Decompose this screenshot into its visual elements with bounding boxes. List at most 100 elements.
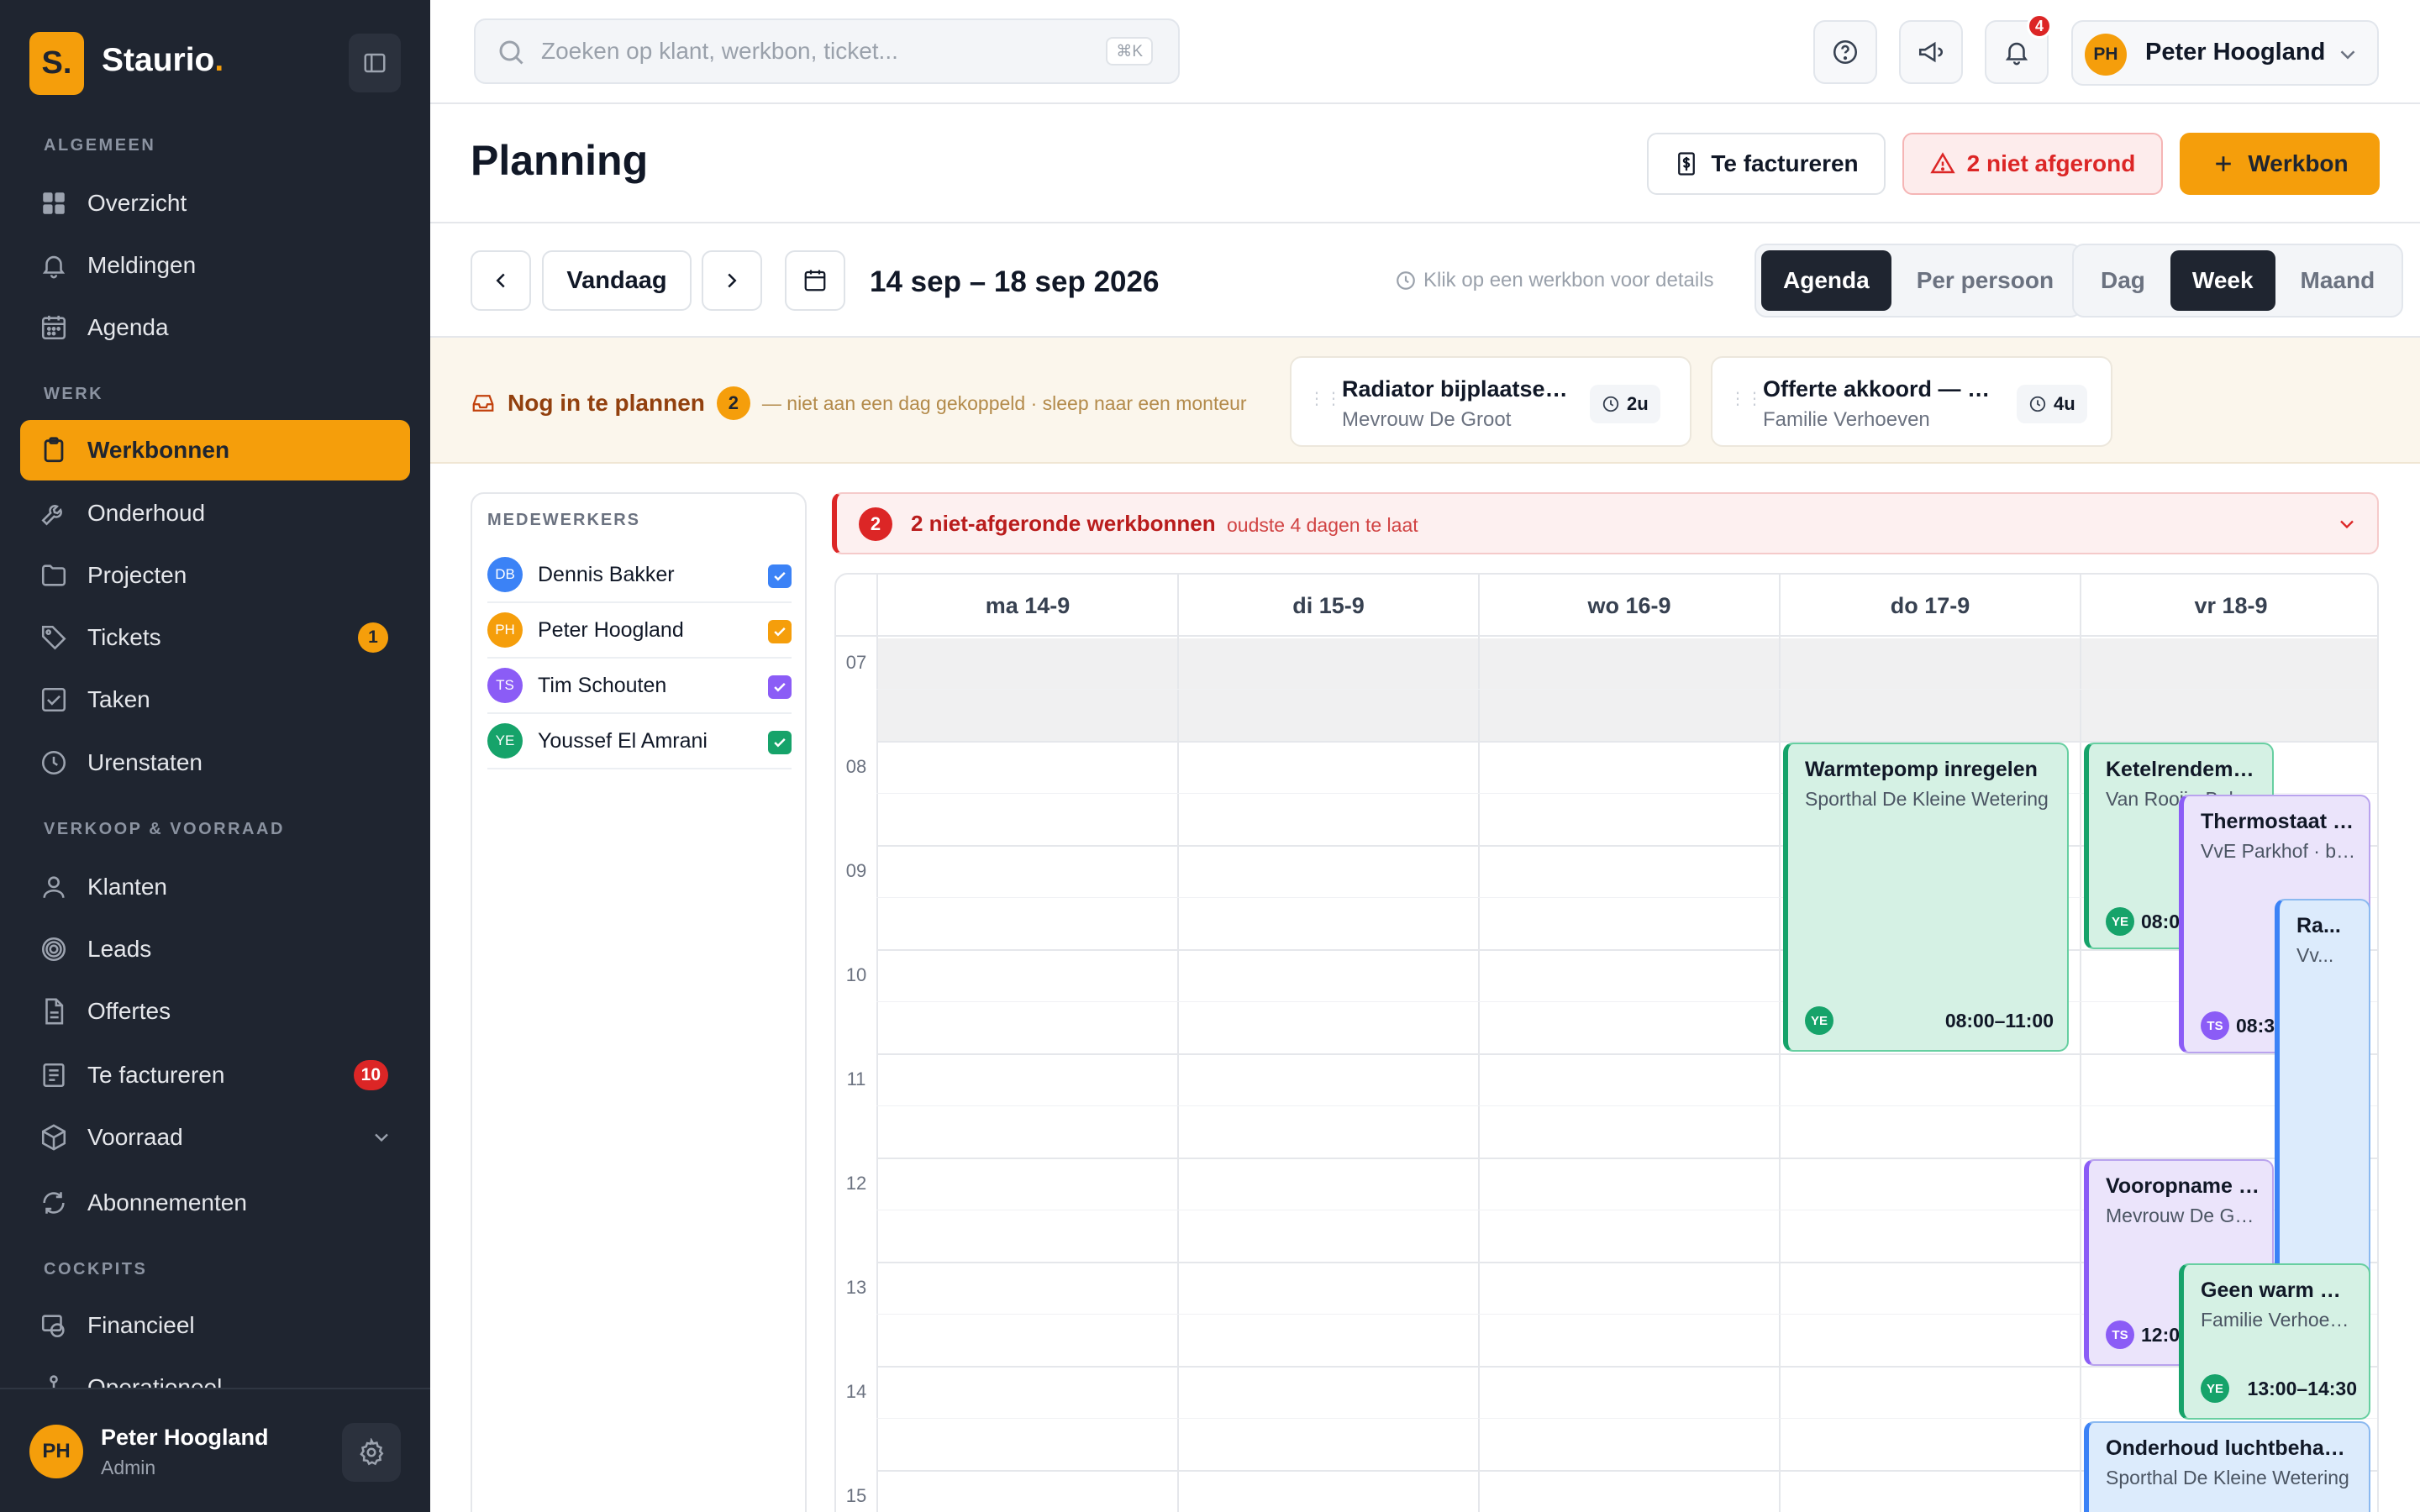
next-week-button[interactable] bbox=[702, 250, 762, 311]
employee-name: Tim Schouten bbox=[538, 673, 667, 697]
day-header-wed[interactable]: wo 16-9 bbox=[1478, 575, 1779, 637]
employee-checkbox[interactable] bbox=[768, 564, 792, 588]
today-button[interactable]: Vandaag bbox=[542, 250, 692, 311]
unfinished-alert[interactable]: 2 2 niet-afgeronde werkbonnen oudste 4 d… bbox=[832, 492, 2379, 554]
drag-handle-icon[interactable]: ⋮⋮ bbox=[1308, 391, 1342, 413]
check-icon bbox=[774, 627, 786, 637]
sidebar-item-tasks[interactable]: Taken bbox=[20, 669, 410, 730]
day-column-line bbox=[876, 637, 878, 1512]
unfinished-label: 2 niet afgerond bbox=[1966, 150, 2136, 176]
hour-label: 14 bbox=[845, 1381, 867, 1402]
tab-month[interactable]: Maand bbox=[2279, 250, 2397, 311]
date-picker-button[interactable] bbox=[785, 250, 845, 311]
day-header-fri[interactable]: vr 18-9 bbox=[2080, 575, 2377, 637]
help-button[interactable] bbox=[1813, 20, 1877, 84]
sidebar-item-quotes[interactable]: Offertes bbox=[20, 981, 410, 1042]
avatar[interactable]: PH bbox=[29, 1425, 83, 1478]
page-header: Planning Te factureren 2 niet afgerond W… bbox=[430, 104, 2420, 223]
hour-label: 09 bbox=[845, 860, 867, 881]
new-work-order-button[interactable]: Werkbon bbox=[2180, 133, 2380, 195]
card-title: Radiator bijplaatsen woonkamer bbox=[1342, 376, 1577, 402]
day-column-line bbox=[1478, 637, 1480, 1512]
unplanned-strip: Nog in te plannen 2 — niet aan een dag g… bbox=[430, 338, 2420, 464]
tab-agenda[interactable]: Agenda bbox=[1761, 250, 1891, 311]
sidebar-item-tickets[interactable]: Tickets 1 bbox=[20, 607, 410, 668]
employee-row[interactable]: YE Youssef El Amrani bbox=[487, 714, 792, 769]
card-title: Offerte akkoord — ketel vervangen bbox=[1763, 376, 2002, 402]
search-input[interactable]: Zoeken op klant, werkbon, ticket... ⌘K bbox=[474, 18, 1180, 84]
unfinished-button[interactable]: 2 niet afgerond bbox=[1902, 133, 2163, 195]
employee-row[interactable]: PH Peter Hoogland bbox=[487, 603, 792, 659]
sidebar-item-label: Overzicht bbox=[87, 190, 187, 216]
employee-checkbox[interactable] bbox=[768, 675, 792, 699]
user-name: Peter Hoogland bbox=[2145, 39, 2326, 66]
calendar-event[interactable]: Onderhoud luchtbehandeling Sporthal De K… bbox=[2084, 1421, 2370, 1512]
notification-count-badge: 4 bbox=[2027, 13, 2052, 39]
clock-icon bbox=[2029, 396, 2046, 412]
event-title: Warmtepomp inregelen bbox=[1805, 758, 2038, 781]
card-customer: Mevrouw De Groot bbox=[1342, 408, 1512, 431]
chevron-down-icon[interactable] bbox=[370, 1126, 393, 1149]
employee-row[interactable]: DB Dennis Bakker bbox=[487, 548, 792, 603]
sidebar-item-leads[interactable]: Leads bbox=[20, 919, 410, 979]
drag-handle-icon[interactable]: ⋮⋮ bbox=[1729, 391, 1763, 413]
chevron-left-icon bbox=[496, 273, 505, 288]
megaphone-icon bbox=[1918, 41, 1944, 63]
employees-panel: MEDEWERKERS DB Dennis Bakker PH Peter Ho… bbox=[471, 492, 807, 1512]
event-title: Geen warm water bbox=[2201, 1278, 2357, 1302]
to-invoice-button[interactable]: Te factureren bbox=[1647, 133, 1886, 195]
logo-name[interactable]: Staurio. bbox=[102, 42, 224, 79]
day-header-tue[interactable]: di 15-9 bbox=[1177, 575, 1478, 637]
tag-icon bbox=[39, 622, 69, 653]
user-menu-button[interactable]: PH Peter Hoogland bbox=[2071, 20, 2379, 86]
sidebar-item-overview[interactable]: Overzicht bbox=[20, 173, 410, 234]
employee-checkbox[interactable] bbox=[768, 620, 792, 643]
alert-subtitle: oudste 4 dagen te laat bbox=[1227, 514, 1418, 536]
event-subtitle: Mevrouw De Groot bbox=[2106, 1205, 2260, 1226]
calendar-event[interactable]: Warmtepomp inregelen Sporthal De Kleine … bbox=[1783, 743, 2069, 1052]
unplanned-card[interactable]: ⋮⋮ Offerte akkoord — ketel vervangen Fam… bbox=[1711, 356, 2112, 447]
sidebar-item-work-orders[interactable]: Werkbonnen bbox=[20, 420, 410, 480]
settings-button[interactable] bbox=[342, 1423, 401, 1482]
calendar-event[interactable]: Ra... Vv... bbox=[2275, 899, 2370, 1312]
logo-mark[interactable]: S. bbox=[29, 32, 84, 95]
tab-week[interactable]: Week bbox=[2170, 250, 2275, 311]
tab-per-person[interactable]: Per persoon bbox=[1895, 250, 2075, 311]
search-icon bbox=[499, 40, 523, 65]
sidebar-item-label: Projecten bbox=[87, 562, 187, 588]
clipboard-icon bbox=[39, 435, 69, 465]
sidebar-item-to-invoice[interactable]: Te factureren 10 bbox=[20, 1045, 410, 1105]
calendar-event[interactable]: Geen warm water Familie Verhoeven YE 13:… bbox=[2179, 1263, 2370, 1420]
day-header-thu[interactable]: do 17-9 bbox=[1779, 575, 2080, 637]
employee-row[interactable]: TS Tim Schouten bbox=[487, 659, 792, 714]
document-icon bbox=[39, 996, 69, 1026]
sidebar-item-inventory[interactable]: Voorraad bbox=[20, 1107, 410, 1168]
tab-day[interactable]: Dag bbox=[2079, 250, 2167, 311]
sidebar-item-agenda[interactable]: Agenda bbox=[20, 297, 410, 358]
calendar-icon bbox=[804, 270, 826, 291]
sidebar-item-projects[interactable]: Projecten bbox=[20, 545, 410, 606]
sidebar-item-subscriptions[interactable]: Abonnementen bbox=[20, 1173, 410, 1233]
sidebar-item-notifications[interactable]: Meldingen bbox=[20, 235, 410, 296]
off-hours-band bbox=[878, 638, 2377, 741]
unplanned-card[interactable]: ⋮⋮ Radiator bijplaatsen woonkamer Mevrou… bbox=[1290, 356, 1691, 447]
unplanned-subtitle: — niet aan een dag gekoppeld · sleep naa… bbox=[761, 391, 1247, 414]
sidebar-item-maintenance[interactable]: Onderhoud bbox=[20, 483, 410, 543]
employee-checkbox[interactable] bbox=[768, 731, 792, 754]
announcements-button[interactable] bbox=[1899, 20, 1963, 84]
sidebar-item-customers[interactable]: Klanten bbox=[20, 857, 410, 917]
chevron-down-icon[interactable] bbox=[2335, 512, 2359, 536]
previous-week-button[interactable] bbox=[471, 250, 531, 311]
day-header-mon[interactable]: ma 14-9 bbox=[876, 575, 1177, 637]
hour-label: 11 bbox=[846, 1068, 866, 1089]
check-icon bbox=[774, 571, 786, 581]
event-subtitle: Vv... bbox=[2296, 944, 2334, 966]
hour-line bbox=[876, 949, 2377, 951]
sidebar-item-timesheets[interactable]: Urenstaten bbox=[20, 732, 410, 793]
check-icon bbox=[774, 682, 786, 692]
sidebar-item-financial[interactable]: Financieel bbox=[20, 1295, 410, 1356]
calendar-header-row: ma 14-9 di 15-9 wo 16-9 do 17-9 vr 18-9 bbox=[836, 575, 2377, 637]
sidebar-item-label: Financieel bbox=[87, 1312, 195, 1338]
notifications-button[interactable]: 4 bbox=[1985, 13, 2052, 84]
collapse-sidebar-button[interactable] bbox=[349, 34, 401, 92]
